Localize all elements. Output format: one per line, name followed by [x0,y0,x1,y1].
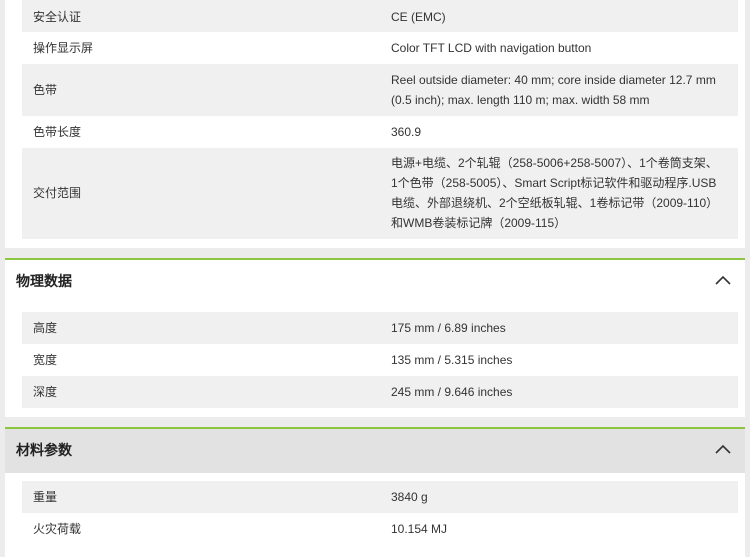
spec-value: Reel outside diameter: 40 mm; core insid… [391,73,716,107]
spec-label: 火灾荷载 [33,522,82,536]
spec-panel-top: 安全认证 CE (EMC) 操作显示屏 Color TFT LCD with n… [5,0,745,248]
spec-label: 安全认证 [33,10,82,24]
spec-value: Color TFT LCD with navigation button [391,41,592,55]
spec-value: 175 mm / 6.89 inches [391,321,506,335]
section-header-physical[interactable]: 物理数据 [5,258,745,304]
spec-label: 重量 [33,490,58,504]
spec-value: CE (EMC) [391,10,446,24]
spec-table-top: 安全认证 CE (EMC) 操作显示屏 Color TFT LCD with n… [22,0,738,239]
section-header-material[interactable]: 材料参数 [5,427,745,473]
spec-value: 电源+电缆、2个轧辊（258-5006+258-5007）、1个卷筒支架、1个色… [391,156,719,230]
spec-label: 色带 [33,83,58,97]
spec-label: 深度 [33,385,58,399]
spec-value: 10.154 MJ [391,522,448,536]
table-row: 深度 245 mm / 9.646 inches [22,376,738,408]
table-row: 操作显示屏 Color TFT LCD with navigation butt… [22,32,738,64]
table-row: 色带长度 360.9 [22,116,738,148]
section-title: 物理数据 [16,273,72,289]
table-row: 宽度 135 mm / 5.315 inches [22,344,738,376]
spec-table-physical: 高度 175 mm / 6.89 inches 宽度 135 mm / 5.31… [22,312,738,408]
table-row: 高度 175 mm / 6.89 inches [22,312,738,344]
spec-panel-material: 重量 3840 g 火灾荷载 10.154 MJ [5,473,745,557]
spec-label: 操作显示屏 [33,41,94,55]
table-row: 交付范围 电源+电缆、2个轧辊（258-5006+258-5007）、1个卷筒支… [22,148,738,239]
section-title: 材料参数 [16,442,72,458]
chevron-up-icon[interactable] [715,274,731,286]
table-row: 火灾荷载 10.154 MJ [22,513,738,545]
spec-label: 宽度 [33,353,58,367]
chevron-up-icon[interactable] [715,443,731,455]
spec-panel-physical: 高度 175 mm / 6.89 inches 宽度 135 mm / 5.31… [5,304,745,417]
table-row: 安全认证 CE (EMC) [22,0,738,32]
spec-value: 135 mm / 5.315 inches [391,353,513,367]
table-row: 重量 3840 g [22,481,738,513]
spec-label: 交付范围 [33,186,82,200]
spec-value: 245 mm / 9.646 inches [391,385,513,399]
spec-label: 色带长度 [33,125,82,139]
spec-value: 360.9 [391,125,422,139]
spec-table-material: 重量 3840 g 火灾荷载 10.154 MJ [22,481,738,545]
spec-value: 3840 g [391,490,428,504]
spec-label: 高度 [33,321,58,335]
table-row: 色带 Reel outside diameter: 40 mm; core in… [22,64,738,116]
